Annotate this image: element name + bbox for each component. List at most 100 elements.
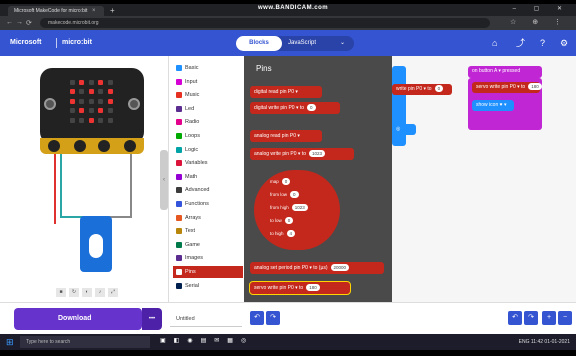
sim-control-2[interactable]: ◐ bbox=[82, 288, 92, 297]
show-icon-value[interactable]: ♥ ▾ bbox=[500, 102, 507, 108]
pins-block-5[interactable]: servo write pin P0 ▾ to 180 bbox=[249, 281, 351, 295]
led-21 bbox=[79, 117, 85, 123]
language-dropdown-icon[interactable]: ⌄ bbox=[340, 36, 345, 51]
microsoft-logo[interactable]: Microsoft bbox=[10, 39, 42, 46]
reload-icon[interactable]: ⟳ bbox=[26, 19, 32, 27]
category-icon bbox=[176, 146, 182, 153]
pins-block-0[interactable]: digital read pin P0 ▾ bbox=[250, 86, 322, 98]
toolbox-category-input[interactable]: Input bbox=[173, 76, 243, 88]
toolbox-category-math[interactable]: Math bbox=[173, 171, 243, 183]
taskbar-app-icon-4[interactable]: ✉ bbox=[214, 338, 227, 344]
servo-write-block[interactable]: servo write pin P0 ▾ to 180 bbox=[472, 82, 542, 93]
servo-write-value[interactable]: 180 bbox=[528, 83, 542, 90]
map-row-value[interactable]: 0 bbox=[281, 178, 291, 185]
toolbox-category-functions[interactable]: Functions bbox=[173, 198, 243, 210]
toolbox-category-text[interactable]: Text bbox=[173, 225, 243, 237]
map-row-value[interactable]: 4 bbox=[286, 230, 296, 237]
toolbox-category-images[interactable]: Images bbox=[173, 252, 243, 264]
project-name-input[interactable]: Untitled bbox=[170, 311, 242, 327]
pin-2[interactable] bbox=[98, 140, 110, 152]
pins-block-4[interactable]: analog set period pin P0 ▾ to (µs) 20000 bbox=[250, 262, 384, 274]
led-13 bbox=[98, 98, 104, 104]
show-icon-block[interactable]: show icon ♥ ▾ bbox=[472, 100, 514, 111]
browser-tab[interactable]: Microsoft MakeCode for micro:bit bbox=[8, 6, 104, 16]
toolbox-category-led[interactable]: Led bbox=[173, 103, 243, 115]
taskbar-search-input[interactable]: Type here to search bbox=[20, 336, 150, 348]
blocks-tab[interactable]: Blocks bbox=[236, 36, 282, 51]
toolbox-category-loops[interactable]: Loops bbox=[173, 130, 243, 142]
javascript-tab[interactable]: JavaScript bbox=[288, 36, 316, 51]
servo-device bbox=[80, 216, 112, 272]
sim-control-4[interactable]: ⤢ bbox=[108, 288, 118, 297]
workspace-small-block[interactable]: ◎ bbox=[392, 124, 416, 135]
pin-1[interactable] bbox=[74, 140, 86, 152]
servo-horn bbox=[89, 234, 103, 258]
zoom-out-icon[interactable]: − bbox=[558, 311, 572, 325]
redo-icon[interactable]: ↷ bbox=[524, 311, 538, 325]
home-icon[interactable]: ⌂ bbox=[492, 38, 497, 48]
github-icon[interactable]: ↷ bbox=[266, 311, 280, 325]
taskbar-app-icon-2[interactable]: ◉ bbox=[187, 338, 200, 344]
browser-toolbar-icons[interactable]: ☆ ⊕ ⋮ bbox=[510, 18, 568, 26]
on-button-event-block[interactable]: on button A ▾ pressed bbox=[468, 66, 542, 78]
led-22 bbox=[88, 117, 94, 123]
sim-control-1[interactable]: ↻ bbox=[69, 288, 79, 297]
taskbar-app-icon-6[interactable]: ◎ bbox=[241, 338, 254, 344]
toolbox-category-advanced[interactable]: Advanced bbox=[173, 184, 243, 196]
microbit-button-a[interactable] bbox=[44, 98, 56, 110]
taskbar-app-icon-1[interactable]: ◧ bbox=[174, 338, 188, 344]
sim-control-3[interactable]: ♪ bbox=[95, 288, 105, 297]
pin-3v[interactable] bbox=[124, 140, 136, 152]
sim-control-0[interactable]: ■ bbox=[56, 288, 66, 297]
new-tab-icon[interactable]: + bbox=[110, 6, 115, 16]
toolbox-category-radio[interactable]: Radio bbox=[173, 116, 243, 128]
pin-0[interactable] bbox=[48, 140, 60, 152]
pins-block-1[interactable]: digital write pin P0 ▾ to 0 bbox=[250, 102, 340, 114]
write-pin-block[interactable]: write pin P0 ▾ to 0 bbox=[392, 84, 452, 95]
led-18 bbox=[98, 108, 104, 114]
taskbar-app-icon-5[interactable]: ▦ bbox=[227, 338, 241, 344]
write-pin-value[interactable]: 0 bbox=[434, 85, 444, 92]
toolbox-category-basic[interactable]: Basic bbox=[173, 62, 243, 74]
system-tray[interactable]: ENG 11:42 01-01-2021 bbox=[519, 336, 570, 348]
code-workspace[interactable]: on button A ▾ pressed servo write pin P0… bbox=[392, 56, 576, 302]
block-value[interactable]: 1023 bbox=[309, 150, 326, 157]
microbit-button-b[interactable] bbox=[128, 98, 140, 110]
toolbox-category-variables[interactable]: Variables bbox=[173, 157, 243, 169]
block-value[interactable]: 0 bbox=[307, 104, 316, 111]
share-icon[interactable]: ⤴ bbox=[516, 38, 525, 48]
back-icon[interactable]: ← bbox=[6, 19, 13, 26]
start-icon[interactable]: ⊞ bbox=[6, 337, 14, 347]
close-tab-icon[interactable]: × bbox=[92, 6, 96, 16]
save-icon[interactable]: ↶ bbox=[250, 311, 264, 325]
taskbar-app-icon-0[interactable]: ▣ bbox=[160, 338, 174, 344]
download-button[interactable]: Download bbox=[14, 308, 142, 330]
url-input[interactable]: makecode.microbit.org bbox=[40, 18, 490, 28]
settings-icon[interactable]: ⚙ bbox=[560, 38, 568, 48]
block-value[interactable]: 20000 bbox=[330, 264, 350, 271]
map-row-value[interactable]: 0 bbox=[290, 191, 299, 198]
toolbox-category-music[interactable]: Music bbox=[173, 89, 243, 101]
undo-icon[interactable]: ↶ bbox=[508, 311, 522, 325]
map-block[interactable]: map 0 from low 0 from high 1023 to low 0 to high… bbox=[254, 170, 340, 250]
toolbox-category-pins[interactable]: Pins bbox=[173, 266, 243, 278]
zoom-in-icon[interactable]: + bbox=[542, 311, 556, 325]
block-value[interactable]: 180 bbox=[306, 284, 320, 291]
panel-collapse-handle[interactable]: ‹ bbox=[160, 150, 168, 210]
map-row-value[interactable]: 0 bbox=[284, 217, 294, 224]
pins-block-3[interactable]: analog write pin P0 ▾ to 1023 bbox=[250, 148, 354, 160]
forward-icon[interactable]: → bbox=[16, 19, 23, 26]
toolbox-category-serial[interactable]: Serial bbox=[173, 280, 243, 292]
help-icon[interactable]: ? bbox=[540, 38, 545, 48]
download-more-button[interactable]: ••• bbox=[142, 308, 162, 330]
write-pin-label: write pin P0 ▾ to bbox=[396, 86, 432, 92]
map-row-value[interactable]: 1023 bbox=[291, 204, 308, 211]
window-controls[interactable]: – ▢ ✕ bbox=[513, 5, 570, 12]
taskbar-app-icon-3[interactable]: ▤ bbox=[201, 338, 215, 344]
toolbox-category-game[interactable]: Game bbox=[173, 239, 243, 251]
microbit-logo[interactable]: micro:bit bbox=[62, 39, 92, 46]
flyout-title: Pins bbox=[256, 64, 272, 73]
toolbox-category-arrays[interactable]: Arrays bbox=[173, 212, 243, 224]
pins-block-2[interactable]: analog read pin P0 ▾ bbox=[250, 130, 322, 142]
toolbox-category-logic[interactable]: Logic bbox=[173, 144, 243, 156]
